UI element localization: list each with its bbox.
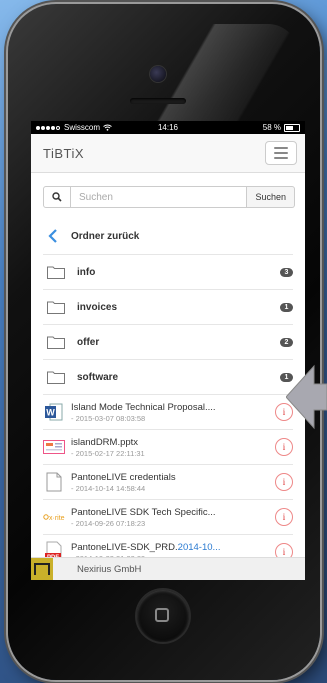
folder-row[interactable]: info 3 <box>43 255 293 290</box>
back-row[interactable]: Ordner zurück <box>43 218 293 255</box>
folder-icon <box>47 301 65 314</box>
file-row[interactable]: islandDRM.pptx - 2015-02-17 22:11:31 i <box>43 430 293 465</box>
file-name-highlight: 2014-10... <box>177 541 221 553</box>
file-date: - 2015-02-17 22:11:31 <box>71 448 145 458</box>
search-icon[interactable] <box>43 186 71 208</box>
file-date: - 2014-10-14 14:58:44 <box>71 483 146 493</box>
file-list: Ordner zurück info 3 invoices 1 offer 2 … <box>43 218 293 570</box>
file-name: PantoneLIVE-SDK_PRD.2014-10... <box>71 542 269 553</box>
menu-button[interactable] <box>265 141 297 165</box>
pointer-arrow-icon <box>286 364 327 430</box>
file-name: islandDRM.pptx <box>71 436 139 448</box>
phone-screen: Swisscom 14:16 58 % TiBTiX Suchen Suchen… <box>31 121 305 580</box>
file-date: - 2014-09-26 07:18:23 <box>71 518 146 528</box>
search-bar: Suchen Suchen <box>43 186 295 208</box>
footer: Nexirius GmbH <box>31 557 305 580</box>
word-doc-icon: W <box>43 401 65 423</box>
search-input[interactable]: Suchen <box>71 186 248 208</box>
folder-name: offer <box>77 336 100 348</box>
home-button[interactable] <box>137 590 189 642</box>
file-name: PantoneLIVE SDK Tech Specific... <box>71 506 216 518</box>
file-name: PantoneLIVE credentials <box>71 471 176 483</box>
svg-text:W: W <box>46 408 55 418</box>
info-icon[interactable]: i <box>275 473 293 491</box>
svg-text:x·rite: x·rite <box>49 515 65 522</box>
speaker <box>130 98 186 104</box>
info-icon[interactable]: i <box>275 508 293 526</box>
footer-company: Nexirius GmbH <box>77 563 142 575</box>
folder-name: info <box>77 266 96 278</box>
file-date: - 2015-03-07 08:03:58 <box>71 413 146 423</box>
carrier: Swisscom <box>64 123 101 132</box>
nav-bar: TiBTiX <box>31 134 305 173</box>
folder-icon <box>47 266 65 279</box>
file-row[interactable]: PantoneLIVE credentials - 2014-10-14 14:… <box>43 465 293 500</box>
battery-percent: 58 % <box>262 123 281 132</box>
folder-row[interactable]: offer 2 <box>43 325 293 360</box>
count-badge: 2 <box>280 337 293 347</box>
status-bar: Swisscom 14:16 58 % <box>31 121 305 134</box>
folder-row[interactable]: invoices 1 <box>43 290 293 325</box>
company-logo-icon <box>31 558 53 580</box>
count-badge: 1 <box>280 302 293 312</box>
back-label: Ordner zurück <box>71 230 140 242</box>
clock: 14:16 <box>157 123 179 132</box>
file-name-part: PantoneLIVE-SDK_PRD. <box>71 541 178 553</box>
info-icon[interactable]: i <box>275 438 293 456</box>
count-badge: 3 <box>280 267 293 277</box>
wifi-icon <box>103 124 112 131</box>
signal-icon <box>36 123 61 132</box>
folder-name: software <box>77 371 119 383</box>
file-name: Island Mode Technical Proposal.... <box>71 401 216 413</box>
folder-icon <box>47 371 65 384</box>
camera <box>150 66 166 82</box>
folder-row[interactable]: software 1 <box>43 360 293 395</box>
app-brand: TiBTiX <box>43 145 85 161</box>
xrite-logo-icon: x·rite <box>43 506 65 528</box>
search-button[interactable]: Suchen <box>247 186 295 208</box>
folder-icon <box>47 336 65 349</box>
folder-name: invoices <box>77 301 118 313</box>
file-row[interactable]: x·rite PantoneLIVE SDK Tech Specific... … <box>43 500 293 535</box>
battery-icon <box>284 123 300 132</box>
pptx-icon <box>43 436 65 458</box>
file-row[interactable]: W Island Mode Technical Proposal.... - 2… <box>43 395 293 430</box>
chevron-left-icon <box>48 229 57 243</box>
blank-doc-icon <box>43 471 65 493</box>
